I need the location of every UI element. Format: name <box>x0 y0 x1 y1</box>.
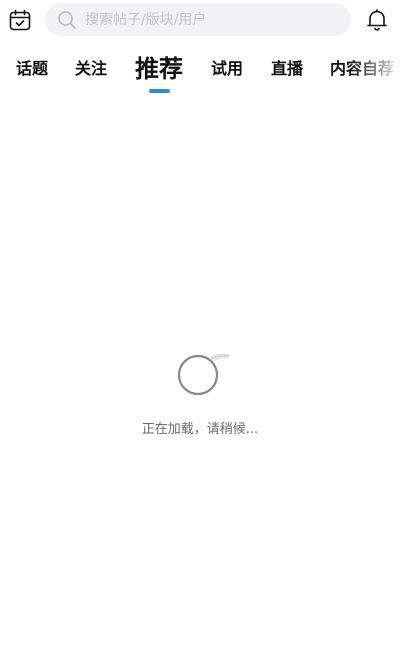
bell-icon[interactable] <box>364 7 390 33</box>
search-bar[interactable] <box>45 3 351 36</box>
active-tab-indicator <box>149 89 170 93</box>
search-input[interactable] <box>85 3 341 36</box>
tab-topics[interactable]: 话题 <box>16 48 48 94</box>
tab-following[interactable]: 关注 <box>75 48 107 94</box>
tab-recommended[interactable]: 推荐 <box>135 48 183 94</box>
calendar-check-icon[interactable] <box>8 8 32 32</box>
category-tabs: 话题 关注 推荐 试用 直播 内容自荐 <box>0 48 400 94</box>
tab-content-self-recommend[interactable]: 内容自荐 <box>330 48 394 94</box>
tab-trial[interactable]: 试用 <box>211 48 243 94</box>
tab-live[interactable]: 直播 <box>271 48 303 94</box>
search-icon <box>57 10 77 30</box>
app-root: 话题 关注 推荐 试用 直播 内容自荐 正在加载，请稍候... <box>0 0 400 648</box>
loading-spinner-icon <box>174 352 230 398</box>
top-bar <box>0 0 400 40</box>
loading-text: 正在加载，请稍候... <box>141 422 259 437</box>
